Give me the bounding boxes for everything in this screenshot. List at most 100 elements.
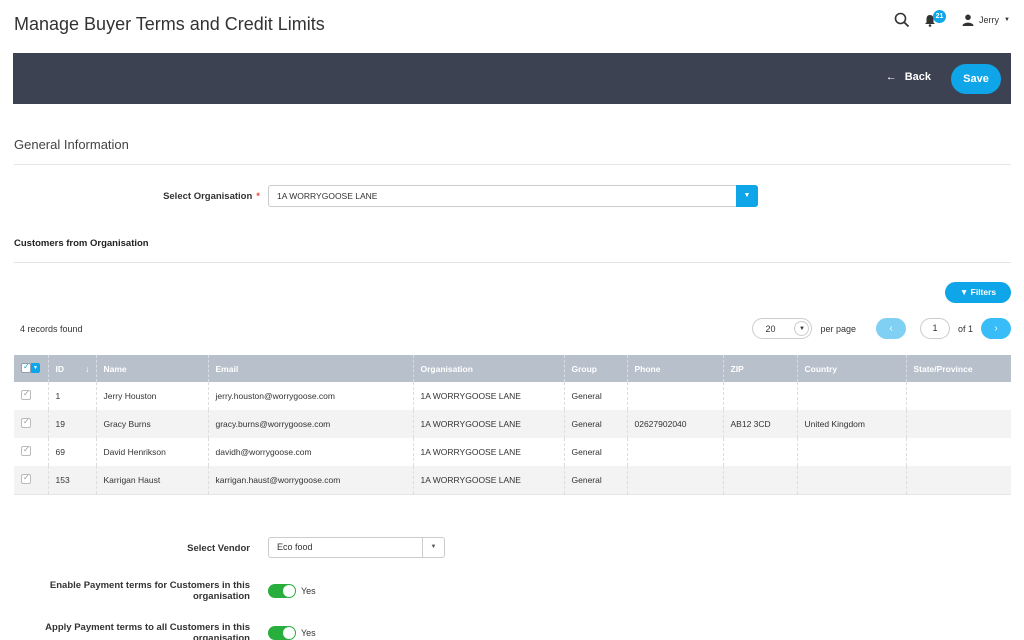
prev-page-button[interactable]: ‹ <box>875 318 906 339</box>
dropdown-arrow-icon[interactable]: ▼ <box>422 538 444 557</box>
filter-icon: ▼ <box>959 287 969 297</box>
cell-group: General <box>564 438 628 466</box>
cell-phone <box>627 382 724 410</box>
cell-id: 1 <box>48 382 97 410</box>
page-of-label: of 1 <box>957 323 973 334</box>
cell-email: davidh@worrygoose.com <box>208 438 414 466</box>
user-name: Jerry <box>979 15 1000 25</box>
pagination: 20 ▼ per page ‹ 1 of 1 › <box>752 318 1011 339</box>
per-page-select[interactable]: 20 ▼ <box>752 318 813 339</box>
column-header-zip[interactable]: ZIP <box>723 355 798 382</box>
save-button[interactable]: Save <box>951 64 1001 94</box>
filters-button[interactable]: ▼ Filters <box>945 282 1011 303</box>
dropdown-arrow-icon[interactable]: ▼ <box>736 185 758 207</box>
column-header-label: ID <box>55 363 65 374</box>
cell-name: David Henrikson <box>96 438 209 466</box>
table-row[interactable]: 19 Gracy Burns gracy.burns@worrygoose.co… <box>14 410 1011 438</box>
cell-country <box>797 466 907 495</box>
table-row[interactable]: 1 Jerry Houston jerry.houston@worrygoose… <box>14 382 1011 410</box>
cell-country: United Kingdom <box>797 410 907 438</box>
organisation-select[interactable]: 1A WORRYGOOSE LANE ▼ <box>268 185 758 207</box>
required-mark: * <box>256 191 260 202</box>
table-row[interactable]: 153 Karrigan Haust karrigan.haust@worryg… <box>14 466 1011 495</box>
cell-state <box>906 382 1011 410</box>
table-header-row: ▼ ID ↓ Name Email Organisation Group Phon… <box>14 355 1011 382</box>
page-title: Manage Buyer Terms and Credit Limits <box>14 14 325 34</box>
divider <box>14 164 1011 165</box>
apply-payment-terms-value: Yes <box>301 628 316 638</box>
row-checkbox-cell[interactable] <box>14 438 49 466</box>
row-checkbox-cell[interactable] <box>14 410 49 438</box>
cell-id: 69 <box>48 438 97 466</box>
row-checkbox[interactable] <box>21 445 31 456</box>
notifications-button[interactable]: 21 <box>924 10 948 28</box>
cell-zip <box>723 382 798 410</box>
section-title-customers: Customers from Organisation <box>14 238 149 249</box>
action-toolbar: ← Back Save <box>13 53 1011 104</box>
column-header-name[interactable]: Name <box>96 355 209 382</box>
cell-zip: AB12 3CD <box>723 410 798 438</box>
organisation-select-value: 1A WORRYGOOSE LANE <box>277 191 378 201</box>
user-menu[interactable]: Jerry ▼ <box>962 14 1010 26</box>
cell-phone <box>627 466 724 495</box>
row-checkbox[interactable] <box>21 417 31 428</box>
cell-state <box>906 438 1011 466</box>
cell-group: General <box>564 382 628 410</box>
label-line: Enable Payment terms for Customers in th… <box>49 580 250 591</box>
select-org-label-text: Select Organisation <box>163 191 253 202</box>
cell-state <box>906 410 1011 438</box>
back-label: Back <box>904 71 931 83</box>
dropdown-arrow-icon: ▼ <box>794 321 810 336</box>
column-header-id[interactable]: ID ↓ <box>48 355 97 382</box>
cell-country <box>797 382 907 410</box>
select-all-checkbox[interactable]: ▼ <box>21 362 40 373</box>
row-checkbox-cell[interactable] <box>14 382 49 410</box>
cell-name: Karrigan Haust <box>96 466 209 495</box>
cell-name: Jerry Houston <box>96 382 209 410</box>
filters-label: Filters <box>970 287 997 297</box>
enable-payment-terms-label: Enable Payment terms for Customers in th… <box>20 580 250 602</box>
cell-organisation: 1A WORRYGOOSE LANE <box>413 438 565 466</box>
column-header-group[interactable]: Group <box>564 355 628 382</box>
label-line: Apply Payment terms to all Customers in … <box>45 622 250 633</box>
chevron-right-icon: › <box>994 323 998 334</box>
column-header-country[interactable]: Country <box>797 355 907 382</box>
records-count: 4 records found <box>20 324 83 334</box>
cell-id: 153 <box>48 466 97 495</box>
enable-payment-terms-value: Yes <box>301 586 316 596</box>
row-checkbox[interactable] <box>21 389 31 400</box>
search-icon[interactable] <box>894 12 910 28</box>
page-number-input[interactable]: 1 <box>919 318 950 339</box>
column-header-email[interactable]: Email <box>208 355 414 382</box>
cell-phone: 02627902040 <box>627 410 724 438</box>
cell-group: General <box>564 410 628 438</box>
cell-organisation: 1A WORRYGOOSE LANE <box>413 410 565 438</box>
select-vendor-label: Select Vendor <box>187 543 250 554</box>
header-actions: 21 Jerry ▼ <box>894 10 1010 28</box>
row-checkbox-cell[interactable] <box>14 466 49 495</box>
column-header-phone[interactable]: Phone <box>627 355 724 382</box>
back-button[interactable]: ← Back <box>886 71 931 83</box>
table-row[interactable]: 69 David Henrikson davidh@worrygoose.com… <box>14 438 1011 466</box>
enable-payment-terms-toggle[interactable] <box>268 584 296 598</box>
chevron-left-icon: ‹ <box>889 323 893 334</box>
column-header-organisation[interactable]: Organisation <box>413 355 565 382</box>
cell-state <box>906 466 1011 495</box>
section-title-general: General Information <box>14 137 129 152</box>
arrow-left-icon: ← <box>885 71 897 83</box>
cell-organisation: 1A WORRYGOOSE LANE <box>413 382 565 410</box>
vendor-select[interactable]: Eco food ▼ <box>268 537 445 558</box>
notification-badge: 21 <box>933 10 947 23</box>
cell-phone <box>627 438 724 466</box>
sort-arrow-down-icon: ↓ <box>85 363 90 374</box>
label-line: organisation <box>192 633 250 640</box>
row-checkbox[interactable] <box>21 473 31 484</box>
user-icon <box>962 14 974 26</box>
select-all-header[interactable]: ▼ <box>14 355 49 382</box>
column-header-state[interactable]: State/Province <box>906 355 1011 382</box>
customers-table: ▼ ID ↓ Name Email Organisation Group Phon… <box>14 355 1011 495</box>
cell-email: jerry.houston@worrygoose.com <box>208 382 414 410</box>
next-page-button[interactable]: › <box>981 318 1011 339</box>
cell-id: 19 <box>48 410 97 438</box>
apply-payment-terms-toggle[interactable] <box>268 626 296 640</box>
